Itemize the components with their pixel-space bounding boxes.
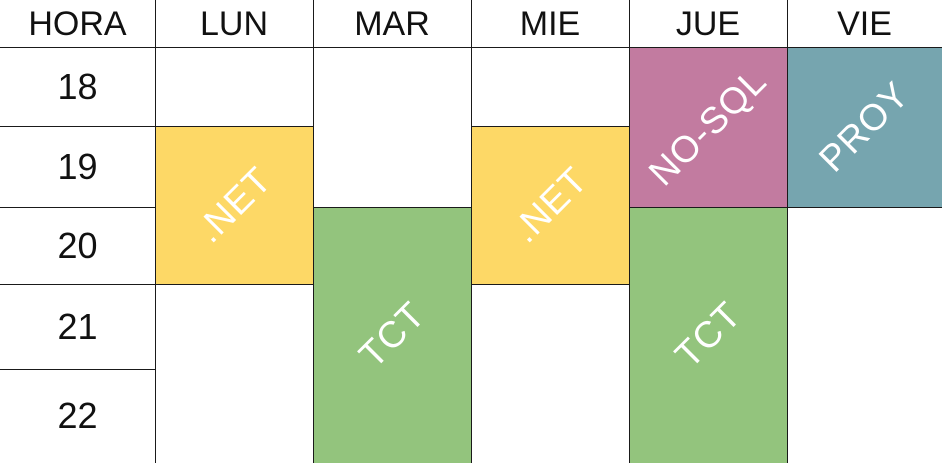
hour-label-21: 21	[57, 305, 98, 347]
header-day-jue: JUE	[675, 4, 741, 43]
class-label: .NET	[187, 158, 280, 251]
grid-line	[629, 0, 630, 463]
grid-line	[313, 207, 471, 208]
grid-line	[471, 126, 629, 127]
class-block-mie-net[interactable]: .NET	[471, 126, 629, 284]
grid-line	[787, 0, 788, 463]
hour-label-20: 20	[57, 224, 98, 266]
grid-line	[313, 0, 314, 463]
class-block-mar-tct[interactable]: TCT	[313, 207, 471, 463]
header-day-mie: MIE	[519, 4, 581, 43]
class-block-vie-proy[interactable]: PROY	[787, 47, 942, 207]
class-label: .NET	[503, 158, 596, 251]
grid-line	[471, 284, 629, 285]
hour-label-18: 18	[57, 65, 98, 107]
class-block-jue-tct[interactable]: TCT	[629, 207, 787, 463]
grid-line	[471, 0, 472, 463]
header-day-lun: LUN	[199, 4, 269, 43]
class-block-lun-net[interactable]: .NET	[155, 126, 313, 284]
hour-label-19: 19	[57, 145, 98, 187]
grid-line	[0, 126, 155, 127]
grid-line	[0, 369, 155, 370]
grid-line	[155, 0, 156, 463]
grid-line	[0, 47, 942, 48]
schedule-grid: .NET TCT .NET NO-SQL TCT PROY HORA LUN M…	[0, 0, 942, 463]
class-label: PROY	[811, 73, 918, 180]
header-day-mar: MAR	[354, 4, 430, 43]
class-label: NO-SQL	[640, 59, 775, 194]
hour-label-22: 22	[57, 395, 98, 436]
header-day-vie: VIE	[837, 4, 892, 43]
header-hora: HORA	[28, 4, 127, 43]
grid-line	[0, 207, 155, 208]
grid-line	[155, 126, 313, 127]
grid-line	[0, 284, 313, 285]
class-label: TCT	[350, 293, 433, 376]
class-label: TCT	[666, 293, 749, 376]
class-block-jue-nosql[interactable]: NO-SQL	[629, 47, 787, 207]
grid-line	[629, 207, 942, 208]
